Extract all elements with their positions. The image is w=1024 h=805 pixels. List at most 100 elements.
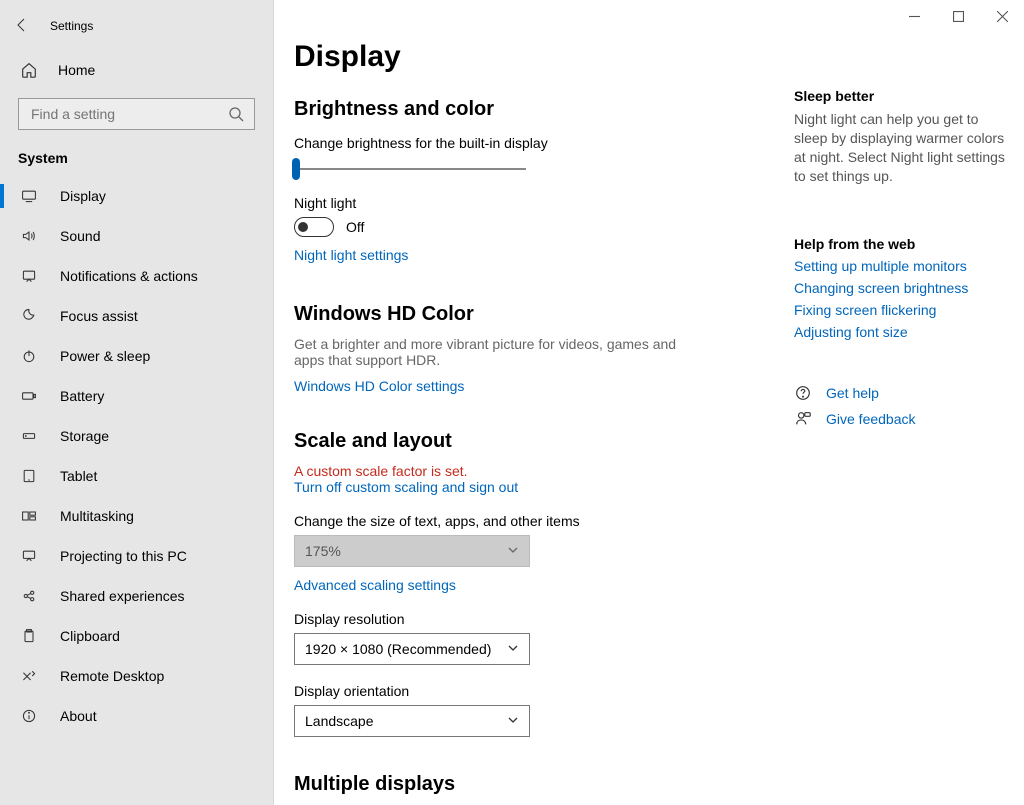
nav-list: Display Sound Notifications & actions Fo… <box>0 176 273 736</box>
resolution-select[interactable]: 1920 × 1080 (Recommended) <box>294 633 530 665</box>
night-light-settings-link[interactable]: Night light settings <box>294 247 408 263</box>
brightness-label: Change brightness for the built-in displ… <box>294 135 764 151</box>
scale-warning: A custom scale factor is set. <box>294 463 764 479</box>
nav-label: Power & sleep <box>60 348 150 364</box>
nav-multitasking[interactable]: Multitasking <box>0 496 273 536</box>
resolution-value: 1920 × 1080 (Recommended) <box>305 641 491 657</box>
home-label: Home <box>58 62 95 78</box>
nav-label: Battery <box>60 388 104 404</box>
page-title: Display <box>294 40 764 74</box>
window-buttons <box>892 0 1024 32</box>
clipboard-icon <box>20 627 38 645</box>
night-light-toggle[interactable]: Off <box>294 217 764 237</box>
resolution-label: Display resolution <box>294 611 764 627</box>
toggle-pill <box>294 217 334 237</box>
minimize-button[interactable] <box>892 0 936 32</box>
sound-icon <box>20 227 38 245</box>
give-feedback-row[interactable]: Give feedback <box>794 410 1010 428</box>
nav-label: Focus assist <box>60 308 138 324</box>
get-help-icon <box>794 384 812 402</box>
night-light-label: Night light <box>294 195 764 211</box>
brightness-section-title: Brightness and color <box>294 98 764 121</box>
nav-label: Storage <box>60 428 109 444</box>
about-icon <box>20 707 38 725</box>
nav-storage[interactable]: Storage <box>0 416 273 456</box>
shared-icon <box>20 587 38 605</box>
nav-shared-experiences[interactable]: Shared experiences <box>0 576 273 616</box>
nav-notifications[interactable]: Notifications & actions <box>0 256 273 296</box>
help-link-brightness[interactable]: Changing screen brightness <box>794 280 1010 296</box>
main-area: Display Brightness and color Change brig… <box>274 0 1024 805</box>
chevron-down-icon <box>507 713 519 729</box>
nav-projecting[interactable]: Projecting to this PC <box>0 536 273 576</box>
brightness-slider[interactable] <box>294 157 526 181</box>
nav-label: Multitasking <box>60 508 134 524</box>
nav-label: Projecting to this PC <box>60 548 187 564</box>
nav-label: Notifications & actions <box>60 268 198 284</box>
nav-clipboard[interactable]: Clipboard <box>0 616 273 656</box>
right-pane: Sleep better Night light can help you ge… <box>794 0 1022 805</box>
sleep-better-title: Sleep better <box>794 88 1010 104</box>
help-link-multiple-monitors[interactable]: Setting up multiple monitors <box>794 258 1010 274</box>
orientation-value: Landscape <box>305 713 374 729</box>
orientation-select[interactable]: Landscape <box>294 705 530 737</box>
nav-tablet[interactable]: Tablet <box>0 456 273 496</box>
nav-label: About <box>60 708 97 724</box>
hdcolor-section-title: Windows HD Color <box>294 303 764 326</box>
nav-label: Shared experiences <box>60 588 185 604</box>
nav-label: Sound <box>60 228 100 244</box>
focus-assist-icon <box>20 307 38 325</box>
text-size-select[interactable]: 175% <box>294 535 530 567</box>
home-icon <box>20 61 38 79</box>
projecting-icon <box>20 547 38 565</box>
content-column: Display Brightness and color Change brig… <box>274 0 794 805</box>
nav-power-sleep[interactable]: Power & sleep <box>0 336 273 376</box>
scale-warning-link[interactable]: Turn off custom scaling and sign out <box>294 479 518 495</box>
nav-focus-assist[interactable]: Focus assist <box>0 296 273 336</box>
section-header: System <box>0 130 273 176</box>
nav-label: Clipboard <box>60 628 120 644</box>
multi-displays-section-title: Multiple displays <box>294 773 764 796</box>
nav-about[interactable]: About <box>0 696 273 736</box>
sidebar: Settings Home System Display Sound Notif… <box>0 0 274 805</box>
search-input[interactable] <box>29 105 228 123</box>
get-help-row[interactable]: Get help <box>794 384 1010 402</box>
help-link-font-size[interactable]: Adjusting font size <box>794 324 1010 340</box>
nav-display[interactable]: Display <box>0 176 273 216</box>
chevron-down-icon <box>507 641 519 657</box>
give-feedback-label: Give feedback <box>826 411 916 427</box>
nav-label: Tablet <box>60 468 97 484</box>
nav-label: Remote Desktop <box>60 668 164 684</box>
remote-desktop-icon <box>20 667 38 685</box>
display-icon <box>20 187 38 205</box>
get-help-label: Get help <box>826 385 879 401</box>
maximize-button[interactable] <box>936 0 980 32</box>
home-button[interactable]: Home <box>0 50 273 90</box>
scale-section-title: Scale and layout <box>294 430 764 453</box>
sleep-better-desc: Night light can help you get to sleep by… <box>794 110 1010 186</box>
nav-remote-desktop[interactable]: Remote Desktop <box>0 656 273 696</box>
nav-label: Display <box>60 188 106 204</box>
nav-sound[interactable]: Sound <box>0 216 273 256</box>
nav-battery[interactable]: Battery <box>0 376 273 416</box>
text-size-label: Change the size of text, apps, and other… <box>294 513 764 529</box>
back-row[interactable]: Settings <box>0 8 273 44</box>
notifications-icon <box>20 267 38 285</box>
search-box[interactable] <box>18 98 255 130</box>
battery-icon <box>20 387 38 405</box>
help-link-flickering[interactable]: Fixing screen flickering <box>794 302 1010 318</box>
search-icon <box>228 106 244 122</box>
chevron-down-icon <box>507 543 519 559</box>
advanced-scaling-link[interactable]: Advanced scaling settings <box>294 577 456 593</box>
back-icon <box>14 17 30 36</box>
feedback-icon <box>794 410 812 428</box>
hdcolor-settings-link[interactable]: Windows HD Color settings <box>294 378 464 394</box>
tablet-icon <box>20 467 38 485</box>
text-size-value: 175% <box>305 543 341 559</box>
power-icon <box>20 347 38 365</box>
hdcolor-description: Get a brighter and more vibrant picture … <box>294 336 694 368</box>
close-button[interactable] <box>980 0 1024 32</box>
help-from-web-title: Help from the web <box>794 236 1010 252</box>
toggle-state: Off <box>346 219 364 235</box>
window-title: Settings <box>50 19 93 33</box>
